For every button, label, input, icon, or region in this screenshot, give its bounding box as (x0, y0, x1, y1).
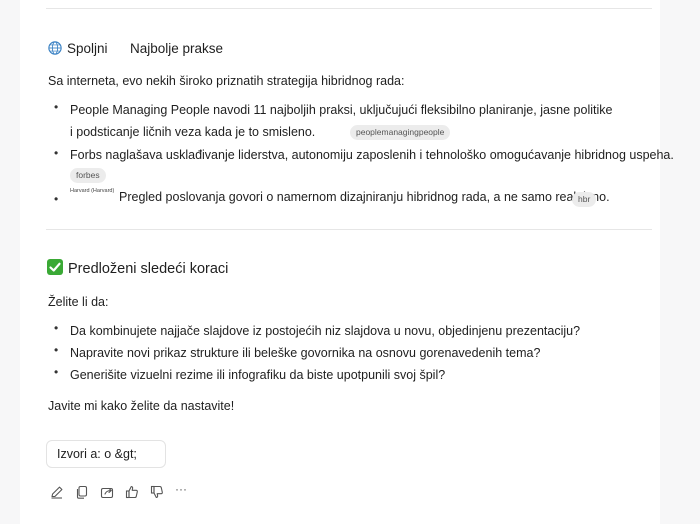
closing-text: Javite mi kako želite da nastavite! (48, 399, 235, 413)
citation-chip[interactable]: peoplemanagingpeople (350, 125, 451, 140)
bullet-marker: • (54, 192, 59, 206)
suggestion-item: Napravite novi prikaz strukture ili bele… (70, 346, 541, 360)
bullet-marker: • (54, 100, 59, 114)
source-prefix-label: Harvard (Harvard) (70, 188, 115, 194)
bullet-marker: • (54, 343, 59, 357)
top-divider (46, 8, 652, 9)
checkmark-icon (47, 259, 63, 275)
section-title-best-practices: Najbolje prakse (130, 41, 224, 56)
bullet-marker: • (54, 321, 59, 335)
list-item-text: Pregled poslovanja govori o namernom diz… (119, 190, 610, 204)
citation-chip[interactable]: forbes (70, 168, 106, 183)
share-icon[interactable] (99, 484, 115, 500)
next-steps-heading: Predloženi sledeći koraci (68, 261, 229, 277)
bullet-marker: • (54, 365, 59, 379)
thumbs-up-icon[interactable] (124, 484, 140, 500)
edit-icon[interactable] (49, 484, 65, 500)
list-item-text: People Managing People navodi 11 najbolj… (70, 103, 613, 117)
next-steps-prompt: Želite li da: (48, 295, 109, 309)
bullet-marker: • (54, 146, 59, 160)
copy-icon[interactable] (74, 484, 90, 500)
section-divider (46, 229, 652, 230)
web-intro-text: Sa interneta, evo nekih široko priznatih… (48, 74, 405, 88)
tab-external[interactable]: Spoljni (67, 41, 108, 56)
more-icon[interactable]: ··· (175, 482, 187, 498)
globe-icon (48, 41, 62, 55)
suggestion-item: Da kombinujete najjače slajdove iz posto… (70, 324, 581, 338)
citation-chip[interactable]: hbr (572, 192, 597, 207)
list-item-text: Forbs naglašava usklađivanje liderstva, … (70, 148, 674, 162)
thumbs-down-icon[interactable] (149, 484, 165, 500)
sources-button-label: Izvori a: o &gt; (57, 447, 137, 461)
suggestion-item: Generišite vizuelni rezime ili infografi… (70, 368, 446, 382)
sources-button[interactable]: Izvori a: o &gt; (46, 440, 166, 468)
list-item-text: i podsticanje ličnih veza kada je to smi… (70, 125, 316, 139)
